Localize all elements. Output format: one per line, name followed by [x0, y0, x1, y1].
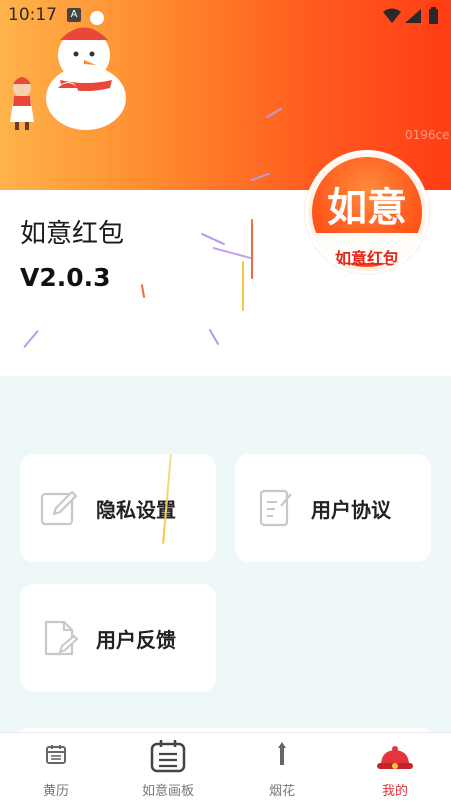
app-logo: 如意 如意红包: [305, 150, 429, 274]
user-agreement-label: 用户协议: [311, 498, 391, 522]
notification-badge: A: [67, 8, 81, 22]
tab-drawing-board[interactable]: 如意画板: [112, 733, 224, 803]
user-agreement-card[interactable]: 用户协议: [235, 454, 431, 562]
document-edit-icon: [259, 489, 292, 527]
tab-fireworks-label: 烟花: [268, 784, 295, 799]
tab-almanac-label: 黄历: [42, 784, 69, 799]
user-feedback-card[interactable]: 用户反馈: [20, 584, 216, 692]
tab-profile-label: 我的: [381, 784, 408, 799]
logo-subtitle: 如意红包: [334, 249, 399, 268]
wifi-icon: [383, 8, 401, 23]
status-time: 10:17: [8, 5, 57, 25]
profile-hat-icon: [377, 746, 413, 769]
logo-title: 如意: [327, 185, 407, 231]
tab-almanac[interactable]: 黄历: [0, 733, 112, 803]
calendar-icon: [46, 745, 66, 764]
status-bar: 10:17 A: [0, 0, 451, 30]
file-edit-icon: [44, 620, 79, 656]
privacy-settings-card[interactable]: 隐私设置: [20, 454, 216, 562]
battery-icon: [429, 9, 438, 24]
signal-icon: [405, 9, 421, 23]
app-version: V2.0.3: [20, 263, 111, 292]
edit-icon: [40, 490, 78, 526]
tab-drawing-board-label: 如意画板: [141, 784, 194, 799]
tab-profile[interactable]: 我的: [339, 733, 451, 803]
system-status-icons: [383, 7, 438, 24]
tab-fireworks[interactable]: 烟花: [226, 733, 338, 803]
bottom-tab-bar: 黄历 如意画板 烟花 我的: [0, 732, 451, 803]
confetti-decoration: [242, 261, 244, 311]
firework-icon: [278, 742, 286, 765]
app-name: 如意红包: [20, 219, 125, 249]
hero-watermark: 0196ce: [405, 128, 450, 142]
user-feedback-label: 用户反馈: [96, 628, 176, 652]
confetti-decoration: [251, 219, 253, 279]
board-icon: [150, 740, 186, 773]
